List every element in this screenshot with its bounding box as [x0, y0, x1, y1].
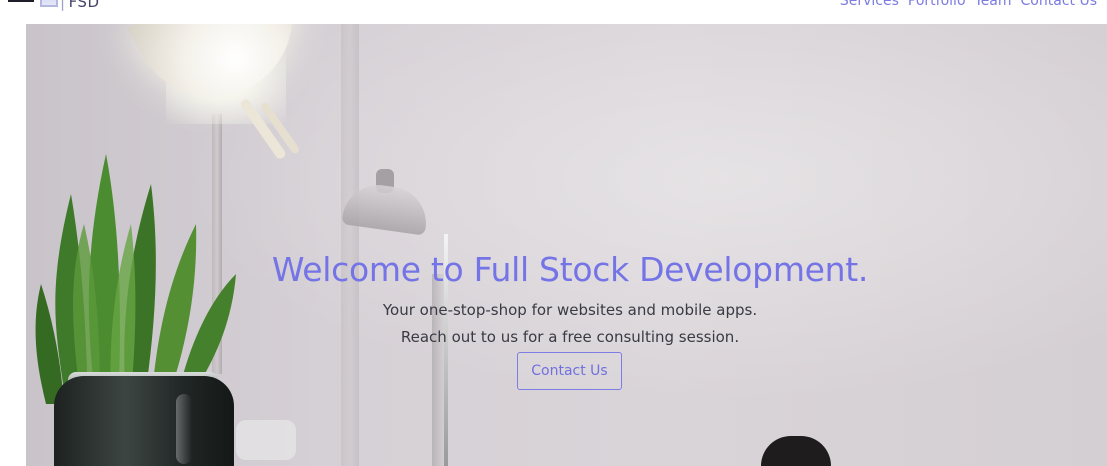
nav-link-portfolio[interactable]: Portfolio [908, 0, 966, 9]
page: |FSD Services Portfolio Team Contact Us [0, 0, 1107, 466]
brand-separator: | [60, 0, 66, 11]
brand-text: | FSD [60, 0, 100, 11]
top-navbar: | FSD Services Portfolio Team Contact Us [0, 0, 1107, 24]
logo-icon [8, 0, 58, 10]
hero-content: Welcome to Full Stock Development. Your … [26, 24, 1107, 466]
brand-name: FSD [68, 0, 100, 11]
nav-link-contact[interactable]: Contact Us [1021, 0, 1097, 9]
hero-title: Welcome to Full Stock Development. [271, 250, 869, 289]
hero-tagline: Your one-stop-shop for websites and mobi… [382, 301, 758, 319]
hero-subtagline: Reach out to us for a free consulting se… [400, 328, 740, 346]
nav-link-services[interactable]: Services [840, 0, 899, 9]
nav-links: Services Portfolio Team Contact Us [840, 0, 1097, 9]
brand[interactable]: | FSD [8, 0, 100, 11]
logo-bar [8, 0, 34, 2]
logo-square [40, 0, 58, 7]
nav-link-team[interactable]: Team [975, 0, 1012, 9]
contact-us-button[interactable]: Contact Us [517, 352, 622, 390]
